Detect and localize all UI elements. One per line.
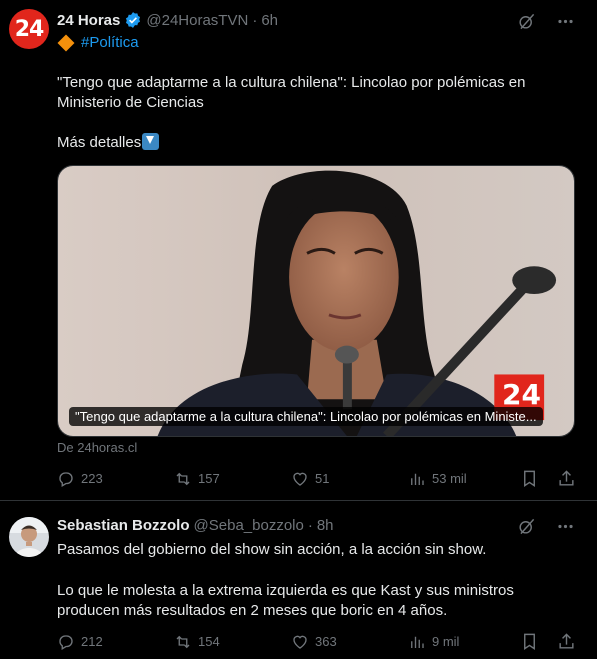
retweet-button[interactable]: 157 xyxy=(174,470,291,488)
retweet-icon xyxy=(176,635,190,648)
tweet-actions: 223 157 51 53 mil xyxy=(57,469,577,488)
tweet-actions: 212 154 363 9 mil xyxy=(57,632,577,651)
tweet-24horas[interactable]: 24 24 Horas @24HorasTVN · 6h #Política "… xyxy=(0,0,597,501)
down-arrow-emoji-icon xyxy=(142,133,160,150)
tweet-time[interactable]: 8h xyxy=(317,517,334,534)
tweet-header: 24 Horas @24HorasTVN · 6h xyxy=(57,11,278,29)
card-caption: "Tengo que adaptarme a la cultura chilen… xyxy=(69,407,543,426)
views-button[interactable]: 53 mil xyxy=(408,470,520,488)
tweet-actions-right xyxy=(520,632,576,651)
tweet-time[interactable]: 6h xyxy=(261,12,278,29)
views-button[interactable]: 9 mil xyxy=(408,633,520,651)
tweet-text-paragraph: Lo que le molesta a la extrema izquierda… xyxy=(57,582,514,619)
card-image xyxy=(58,166,574,436)
reply-count: 212 xyxy=(81,634,103,649)
avatar-logo-text: 24 xyxy=(14,16,45,42)
avatar-photo xyxy=(9,517,49,557)
author-name[interactable]: 24 Horas xyxy=(57,12,120,29)
views-icon xyxy=(411,636,424,648)
tweet-header: Sebastian Bozzolo @Seba_bozzolo · 8h xyxy=(57,517,334,534)
like-icon xyxy=(293,472,307,486)
like-icon xyxy=(293,635,307,649)
avatar-sebastian[interactable] xyxy=(9,517,49,557)
reply-icon xyxy=(59,634,73,650)
link-card[interactable]: 24 "Tengo que adaptarme a la cultura chi… xyxy=(57,165,575,437)
tweet-top-actions xyxy=(517,517,575,536)
like-count: 363 xyxy=(315,634,337,649)
share-icon[interactable] xyxy=(557,469,576,488)
tweet-text-paragraph: Pasamos del gobierno del show sin acción… xyxy=(57,541,487,558)
separator-dot: · xyxy=(252,11,258,29)
tweet-actions-right xyxy=(520,469,576,488)
link-source[interactable]: De 24horas.cl xyxy=(57,440,137,455)
author-handle[interactable]: @Seba_bozzolo xyxy=(194,517,304,534)
like-count: 51 xyxy=(315,471,330,486)
tweet-top-actions xyxy=(517,12,575,31)
retweet-icon xyxy=(176,472,190,485)
author-name[interactable]: Sebastian Bozzolo xyxy=(57,517,190,534)
retweet-count: 154 xyxy=(198,634,220,649)
bookmark-icon[interactable] xyxy=(520,632,539,651)
like-button[interactable]: 363 xyxy=(291,633,408,651)
grok-icon[interactable] xyxy=(517,517,536,536)
more-details-text: Más detalles xyxy=(57,134,142,151)
reply-count: 223 xyxy=(81,471,103,486)
reply-icon xyxy=(59,471,73,487)
diamond-emoji-icon xyxy=(57,34,75,51)
like-button[interactable]: 51 xyxy=(291,470,408,488)
retweet-button[interactable]: 154 xyxy=(174,633,291,651)
more-icon[interactable] xyxy=(556,12,575,31)
reply-button[interactable]: 223 xyxy=(57,470,174,488)
reply-button[interactable]: 212 xyxy=(57,633,174,651)
verified-badge-icon xyxy=(126,12,141,28)
avatar-24horas[interactable]: 24 xyxy=(9,9,49,49)
grok-icon[interactable] xyxy=(517,12,536,31)
hashtag-link[interactable]: #Política xyxy=(81,34,139,51)
share-icon[interactable] xyxy=(557,632,576,651)
author-handle[interactable]: @24HorasTVN xyxy=(146,12,248,29)
more-icon[interactable] xyxy=(556,517,575,536)
tweet-text-paragraph: Más detalles xyxy=(57,133,577,153)
tweet-sebastian[interactable]: Sebastian Bozzolo @Seba_bozzolo · 8h Pas… xyxy=(0,501,597,659)
views-count: 9 mil xyxy=(432,634,460,649)
views-icon xyxy=(411,473,424,485)
views-count: 53 mil xyxy=(432,471,467,486)
tweet-text-paragraph: "Tengo que adaptarme a la cultura chilen… xyxy=(57,74,526,111)
bookmark-icon[interactable] xyxy=(520,469,539,488)
separator-dot: · xyxy=(307,517,313,534)
hashtag-line: #Política xyxy=(57,34,139,51)
retweet-count: 157 xyxy=(198,471,220,486)
